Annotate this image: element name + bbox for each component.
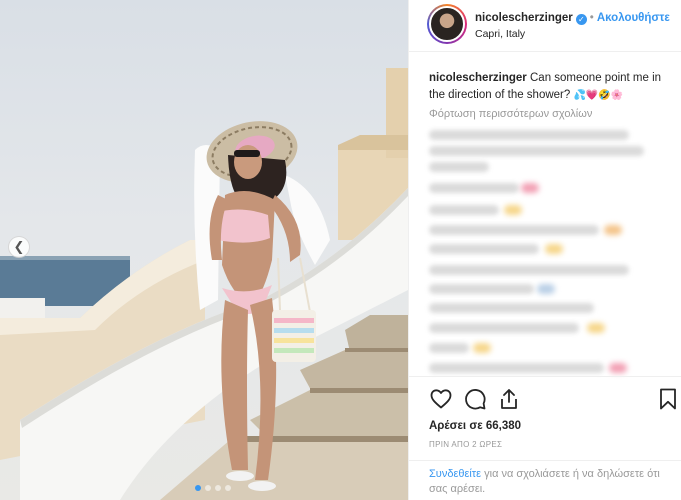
comment-icon[interactable] bbox=[463, 387, 487, 411]
carousel-prev-button[interactable]: ❮ bbox=[8, 236, 30, 258]
blurred-comment bbox=[429, 303, 594, 313]
carousel-dot bbox=[215, 485, 221, 491]
load-more-comments-button[interactable]: Φόρτωση περισσότερων σχολίων bbox=[429, 108, 592, 120]
blurred-emoji bbox=[587, 323, 605, 333]
post-photo[interactable]: ❮ bbox=[0, 0, 408, 500]
photo-illustration bbox=[0, 68, 408, 500]
header-user-line: nicolescherzinger ✓ • Ακολουθήστε bbox=[475, 12, 670, 25]
carousel-dot bbox=[205, 485, 211, 491]
post-header: nicolescherzinger ✓ • Ακολουθήστε Capri, It… bbox=[409, 0, 681, 52]
blurred-comment bbox=[429, 225, 599, 235]
username-link[interactable]: nicolescherzinger bbox=[475, 12, 573, 24]
post-timestamp[interactable]: ΠΡΙΝ ΑΠΟ 2 ΩΡΕΣ bbox=[429, 440, 502, 449]
verified-badge-icon: ✓ bbox=[575, 14, 587, 25]
carousel-dot bbox=[225, 485, 231, 491]
chevron-left-icon: ❮ bbox=[13, 239, 25, 254]
blurred-comment bbox=[429, 265, 629, 275]
blurred-comment bbox=[429, 183, 519, 193]
bookmark-icon[interactable] bbox=[656, 387, 680, 411]
login-prompt: Συνδεθείτε για να σχολιάσετε ή να δηλώσε… bbox=[409, 460, 681, 500]
separator: • bbox=[589, 12, 594, 24]
likes-count[interactable]: Αρέσει σε 66,380 bbox=[429, 420, 521, 432]
blurred-emoji bbox=[609, 363, 627, 373]
blurred-comment bbox=[429, 323, 579, 333]
share-icon[interactable] bbox=[497, 387, 521, 411]
blurred-comment bbox=[429, 162, 489, 172]
blurred-comment bbox=[429, 363, 604, 373]
blurred-emoji bbox=[545, 244, 563, 254]
blurred-emoji bbox=[504, 205, 522, 215]
location-link[interactable]: Capri, Italy bbox=[475, 28, 525, 40]
blurred-comment bbox=[429, 244, 539, 254]
avatar[interactable] bbox=[427, 4, 467, 44]
blurred-comment bbox=[429, 284, 534, 294]
login-link[interactable]: Συνδεθείτε bbox=[429, 468, 481, 480]
carousel-indicator bbox=[195, 485, 231, 491]
blurred-emoji bbox=[537, 284, 555, 294]
post-sidebar: nicolescherzinger ✓ • Ακολουθήστε Capri, It… bbox=[408, 0, 681, 500]
caption-emojis: 💦💗🤣🌸 bbox=[573, 90, 624, 101]
blurred-comment bbox=[429, 130, 629, 140]
blurred-emoji bbox=[604, 225, 622, 235]
blurred-comment bbox=[429, 343, 469, 353]
follow-button[interactable]: Ακολουθήστε bbox=[597, 12, 670, 24]
blurred-comment bbox=[429, 205, 499, 215]
blurred-emoji bbox=[521, 183, 539, 193]
blurred-comment bbox=[429, 146, 644, 156]
carousel-dot bbox=[195, 485, 201, 491]
heart-icon[interactable] bbox=[429, 387, 453, 411]
blurred-emoji bbox=[473, 343, 491, 353]
post-caption: nicolescherzinger Can someone point me i… bbox=[429, 70, 669, 104]
post-actions: Αρέσει σε 66,380 ΠΡΙΝ ΑΠΟ 2 ΩΡΕΣ bbox=[409, 376, 681, 466]
caption-username[interactable]: nicolescherzinger bbox=[429, 72, 527, 84]
